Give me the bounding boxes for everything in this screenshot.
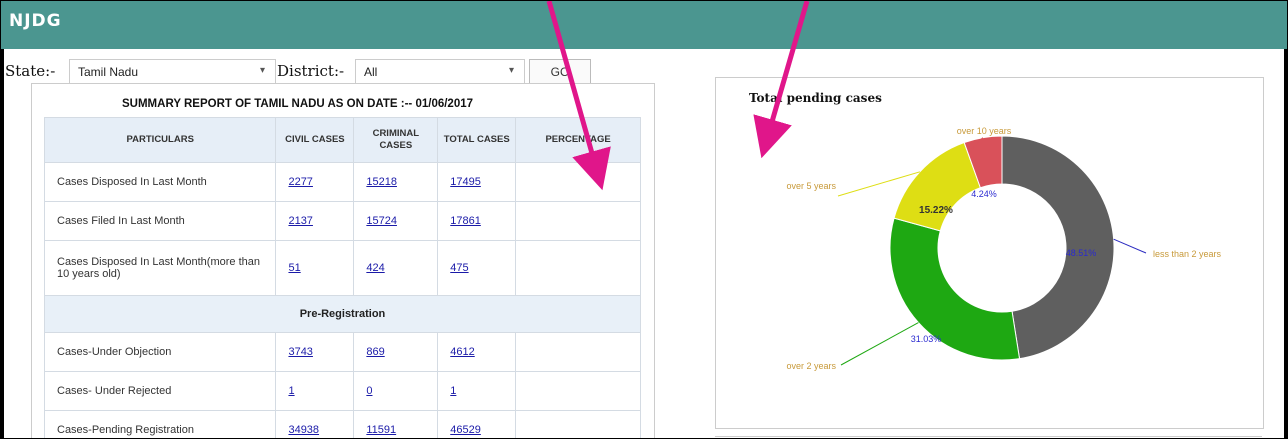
annotation-arrow [546,1,611,191]
annotation-arrow [753,1,810,159]
page-frame: NJDG State:- Tamil Nadu ▾ District:- All… [0,0,1288,439]
annotation-arrows [546,1,810,191]
